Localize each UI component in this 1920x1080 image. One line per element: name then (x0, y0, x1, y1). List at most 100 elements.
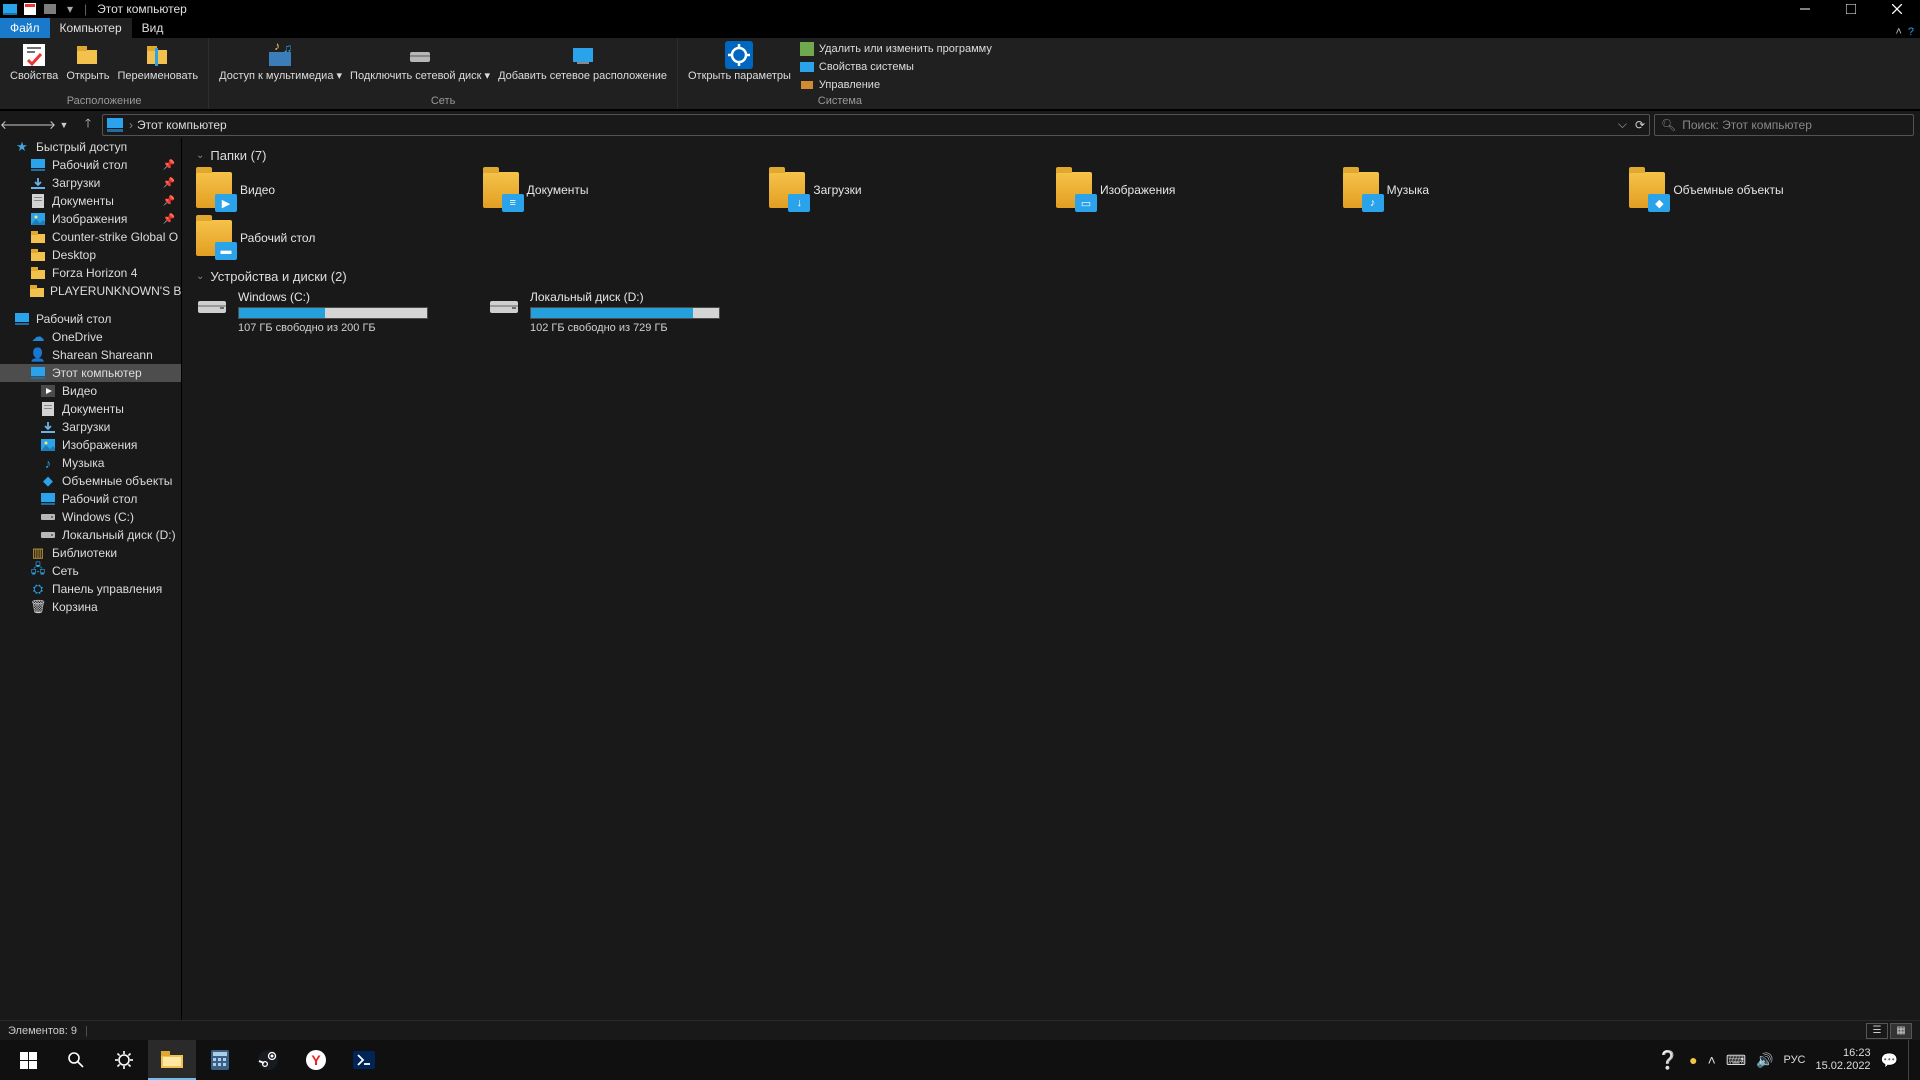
media-access-button[interactable]: ♪♫ Доступ к мультимедиа ▾ (215, 40, 346, 82)
view-details-button[interactable]: ☰ (1866, 1023, 1888, 1039)
taskbar-settings-button[interactable] (100, 1040, 148, 1080)
pictures-icon (40, 437, 56, 453)
folder-item[interactable]: ≡Документы (483, 169, 760, 211)
folder-item[interactable]: ♪Музыка (1343, 169, 1620, 211)
taskbar-steam-button[interactable] (244, 1040, 292, 1080)
tree-pc-item[interactable]: Загрузки (0, 418, 181, 436)
tree-pc-item[interactable]: Изображения (0, 436, 181, 454)
tray-clock[interactable]: 16:23 15.02.2022 (1816, 1047, 1871, 1073)
breadcrumb[interactable]: Этот компьютер (137, 118, 227, 132)
minimize-button[interactable] (1782, 0, 1828, 18)
tray-keyboard-icon[interactable]: ⌨ (1726, 1052, 1746, 1069)
view-tiles-button[interactable]: ▦ (1890, 1023, 1912, 1039)
tree-pc-item[interactable]: Windows (C:) (0, 508, 181, 526)
tree-pc-item[interactable]: Рабочий стол (0, 490, 181, 508)
manage-button[interactable]: Управление (795, 76, 996, 94)
folder-badge-icon: ▬ (215, 242, 237, 260)
folder-item[interactable]: ▶Видео (196, 169, 473, 211)
drive-item[interactable]: Windows (C:) 107 ГБ свободно из 200 ГБ (196, 290, 428, 334)
location-icon (107, 117, 123, 133)
tree-pc-item[interactable]: Видео (0, 382, 181, 400)
refresh-icon[interactable]: ⟳ (1635, 118, 1645, 132)
tree-network[interactable]: 🖧 Сеть (0, 562, 181, 580)
qat-properties-icon[interactable] (22, 2, 38, 16)
tab-view[interactable]: Вид (132, 18, 174, 38)
start-button[interactable] (4, 1040, 52, 1080)
tree-item-label: Counter-strike Global O (52, 230, 178, 244)
tree-quick-access[interactable]: ★ Быстрый доступ (0, 138, 181, 156)
tree-pc-item[interactable]: ◆Объемные объекты (0, 472, 181, 490)
tree-this-pc[interactable]: Этот компьютер (0, 364, 181, 382)
folders-group-header[interactable]: ⌄ Папки (7) (196, 148, 1906, 163)
taskbar-powershell-button[interactable] (340, 1040, 388, 1080)
tree-qa-item[interactable]: Counter-strike Global O (0, 228, 181, 246)
folder-item[interactable]: ▬Рабочий стол (196, 217, 473, 259)
rename-button[interactable]: Переименовать (114, 40, 203, 82)
search-box[interactable]: 🔍︎ Поиск: Этот компьютер (1654, 114, 1914, 136)
close-button[interactable] (1874, 0, 1920, 18)
tree-qa-item[interactable]: PLAYERUNKNOWN'S BA (0, 282, 181, 300)
ribbon-help-icon[interactable]: ? (1908, 26, 1914, 38)
system-properties-button[interactable]: Свойства системы (795, 58, 996, 76)
up-button[interactable]: 🡑 (78, 115, 98, 135)
tree-qa-item[interactable]: Рабочий стол📌 (0, 156, 181, 174)
map-drive-button[interactable]: Подключить сетевой диск ▾ (346, 40, 494, 82)
tree-recycle[interactable]: 🗑 Корзина (0, 598, 181, 616)
tab-file[interactable]: Файл (0, 18, 50, 38)
address-bar[interactable]: › Этот компьютер ⌵ ⟳ (102, 114, 1650, 136)
tree-qa-item[interactable]: Изображения📌 (0, 210, 181, 228)
uninstall-button[interactable]: Удалить или изменить программу (795, 40, 996, 58)
media-icon: ♪♫ (265, 40, 297, 70)
taskbar-calculator-button[interactable] (196, 1040, 244, 1080)
forward-button[interactable]: 🡒 (30, 115, 50, 135)
tree-onedrive[interactable]: ☁ OneDrive (0, 328, 181, 346)
documents-icon (30, 193, 46, 209)
add-netloc-button[interactable]: Добавить сетевое расположение (494, 40, 671, 82)
open-settings-button[interactable]: Открыть параметры (684, 40, 795, 82)
tray-overflow-icon[interactable]: ˄ (1708, 1052, 1716, 1068)
tree-libraries[interactable]: ▥ Библиотеки (0, 544, 181, 562)
tray-language[interactable]: РУС (1783, 1054, 1805, 1066)
tree-qa-item[interactable]: Forza Horizon 4 (0, 264, 181, 282)
pin-icon: 📌 (163, 196, 175, 207)
folder-item[interactable]: ▭Изображения (1056, 169, 1333, 211)
tree-qa-item[interactable]: Документы📌 (0, 192, 181, 210)
tray-help-icon[interactable]: ❔ (1657, 1050, 1679, 1071)
recent-dropdown[interactable]: ▼ (54, 115, 74, 135)
tray-volume-icon[interactable]: 🔊 (1756, 1052, 1773, 1069)
app-icon (2, 2, 18, 16)
tree-qa-item[interactable]: Desktop (0, 246, 181, 264)
ribbon-collapse-icon[interactable]: ˄ (1895, 26, 1901, 38)
taskbar: Y ❔ ● ˄ ⌨ 🔊 РУС 16:23 15.02.2022 💬 (0, 1040, 1920, 1080)
folder-badge-icon: ♪ (1362, 194, 1384, 212)
folder-item[interactable]: ↓Загрузки (769, 169, 1046, 211)
tree-pc-item[interactable]: ♪Музыка (0, 454, 181, 472)
qat-new-folder-icon[interactable] (42, 2, 58, 16)
tree-control-panel[interactable]: ⛭ Панель управления (0, 580, 181, 598)
tab-computer[interactable]: Компьютер (50, 18, 132, 38)
qat-dropdown-icon[interactable]: ▾ (62, 2, 78, 16)
drives-group-header[interactable]: ⌄ Устройства и диски (2) (196, 269, 1906, 284)
tray-notifications-icon[interactable]: 💬 (1881, 1052, 1898, 1069)
open-button[interactable]: Открыть (62, 40, 113, 82)
taskbar-yandex-button[interactable]: Y (292, 1040, 340, 1080)
tree-desktop[interactable]: Рабочий стол (0, 310, 181, 328)
folder-badge-icon: ▶ (215, 194, 237, 212)
properties-button[interactable]: Свойства (6, 40, 62, 82)
nav-tree[interactable]: ★ Быстрый доступ Рабочий стол📌Загрузки📌Д… (0, 138, 182, 1020)
status-item-count: Элементов: 9 (8, 1025, 77, 1037)
taskbar-explorer-button[interactable] (148, 1040, 196, 1080)
chevron-right-icon[interactable]: › (129, 118, 133, 132)
tray-weather-icon[interactable]: ● (1689, 1052, 1697, 1068)
drive-item[interactable]: Локальный диск (D:) 102 ГБ свободно из 7… (488, 290, 720, 334)
search-button[interactable] (52, 1040, 100, 1080)
tree-pc-item[interactable]: Документы (0, 400, 181, 418)
tree-qa-item[interactable]: Загрузки📌 (0, 174, 181, 192)
show-desktop-button[interactable] (1908, 1040, 1914, 1080)
folder-item[interactable]: ◆Объемные объекты (1629, 169, 1906, 211)
tree-pc-item[interactable]: Локальный диск (D:) (0, 526, 181, 544)
address-dropdown-icon[interactable]: ⌵ (1618, 117, 1627, 132)
maximize-button[interactable] (1828, 0, 1874, 18)
drive-name: Локальный диск (D:) (530, 290, 720, 304)
tree-user[interactable]: 👤 Sharean Shareann (0, 346, 181, 364)
